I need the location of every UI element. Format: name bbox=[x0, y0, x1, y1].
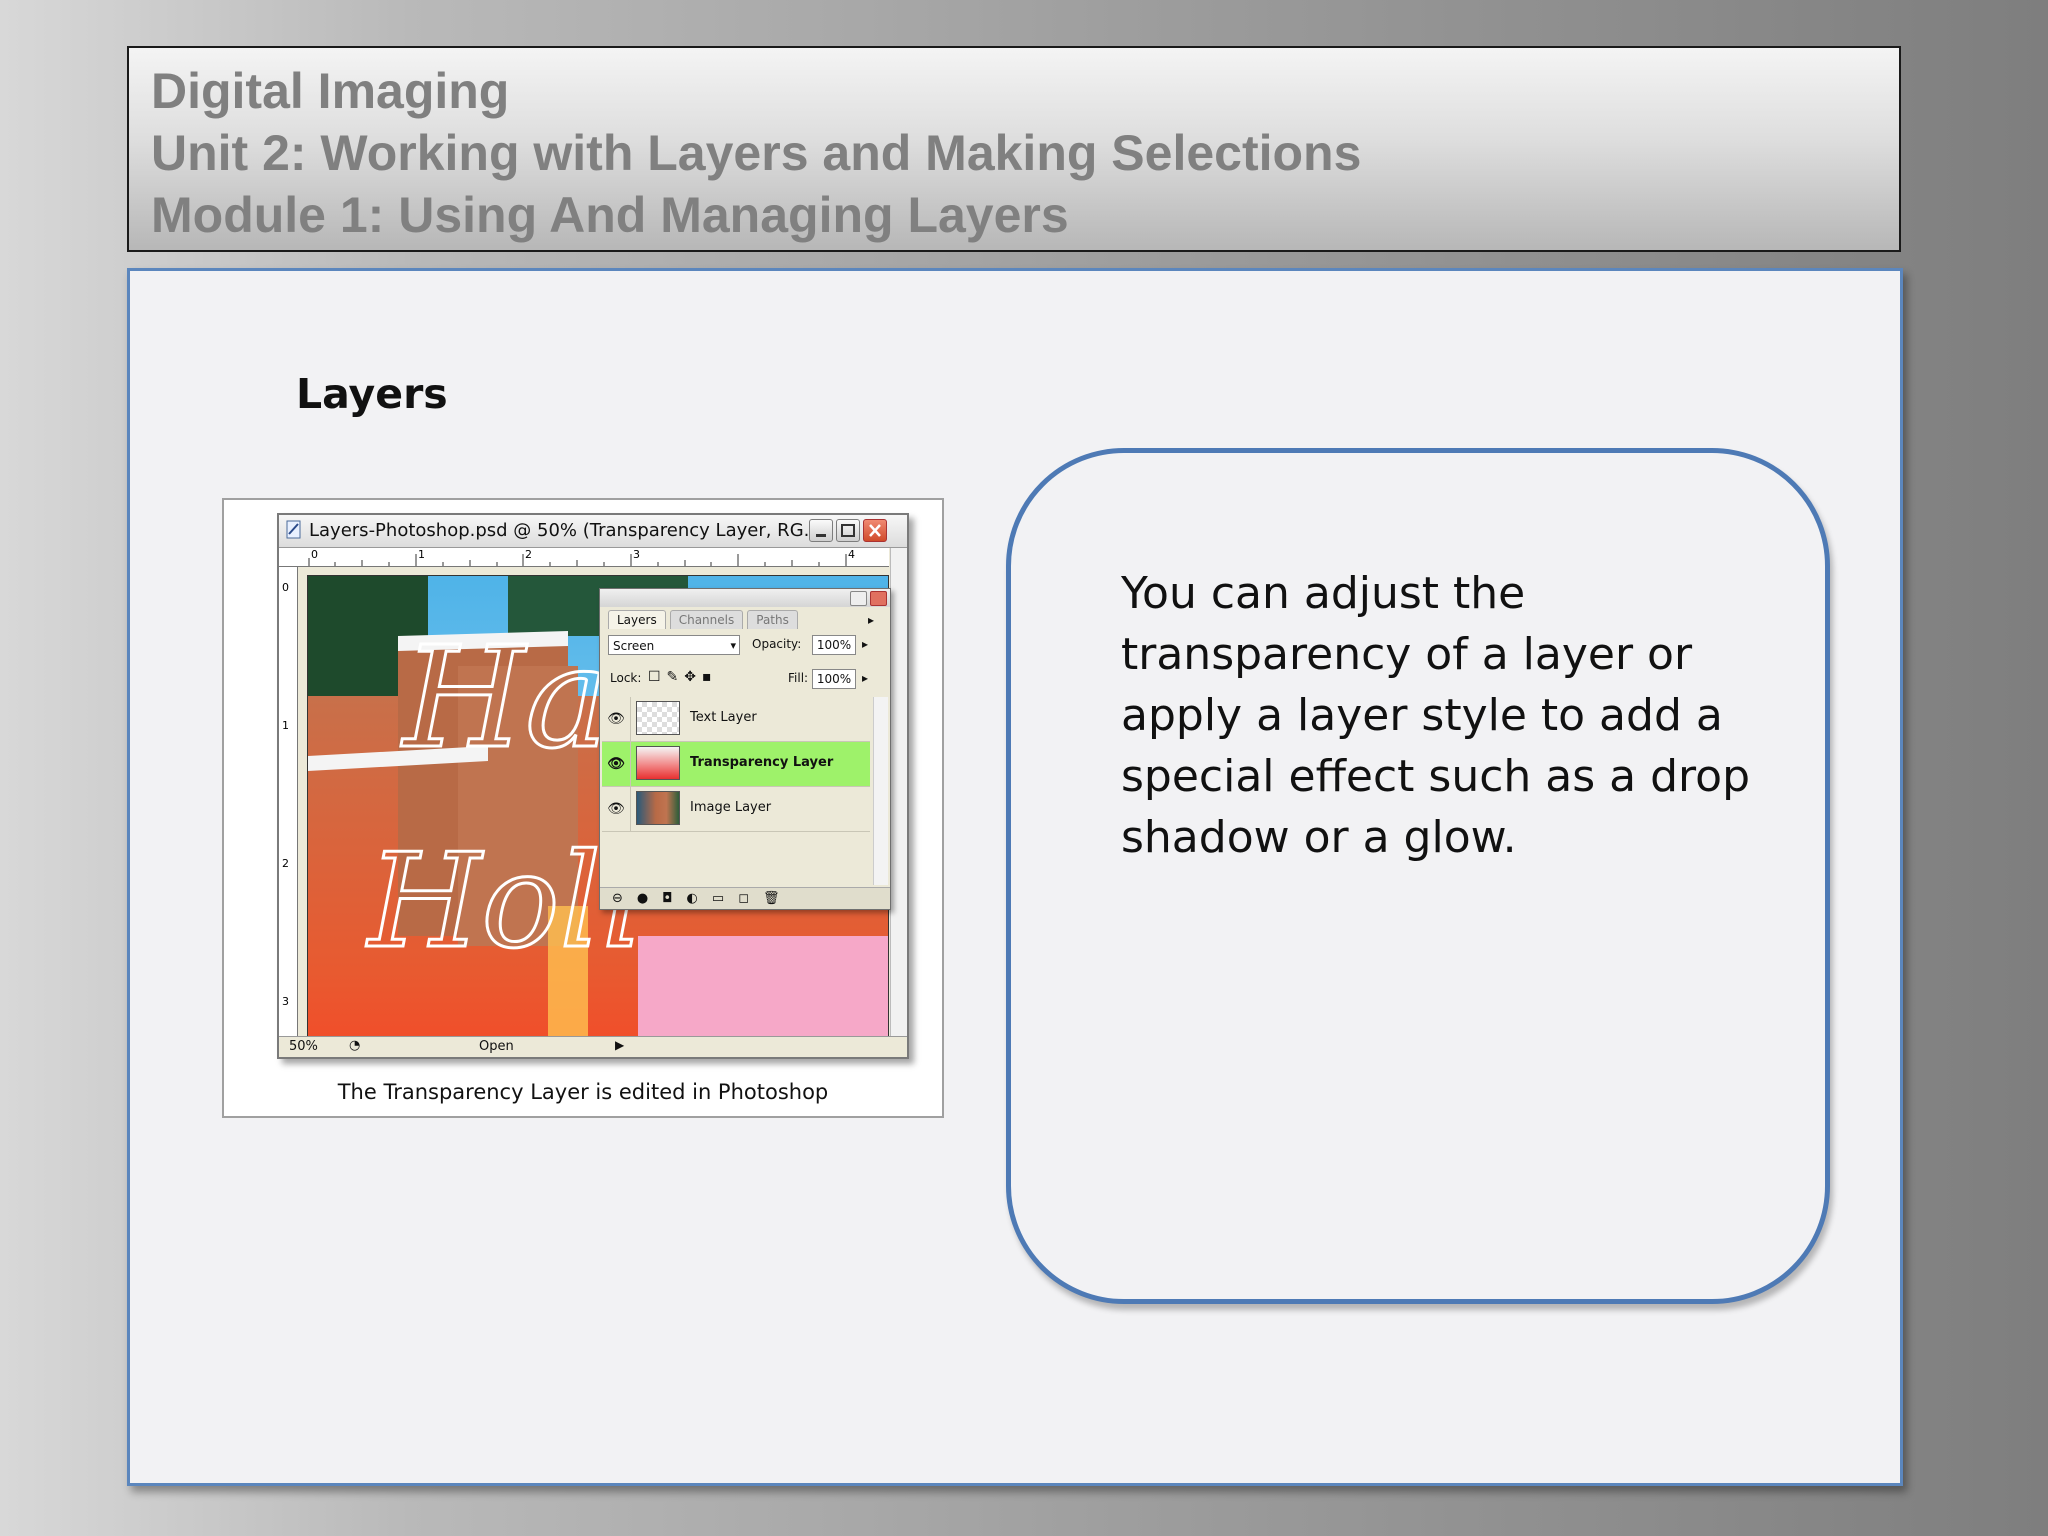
layer-row-text[interactable]: 👁 Text Layer bbox=[602, 697, 870, 742]
status-menu-icon[interactable]: ◔ bbox=[349, 1038, 360, 1053]
ruler-label: 1 bbox=[418, 548, 425, 561]
lock-icons[interactable]: ☐✎✥▪ bbox=[648, 669, 718, 685]
ruler-ticks bbox=[308, 554, 847, 566]
layer-name: Image Layer bbox=[690, 800, 772, 815]
callout-box: You can adjust the transparency of a lay… bbox=[1006, 448, 1830, 1304]
close-icon bbox=[869, 524, 881, 537]
mask-icon[interactable]: ◘ bbox=[662, 891, 686, 906]
style-icon[interactable]: ● bbox=[637, 891, 662, 906]
eye-icon[interactable]: 👁 bbox=[602, 787, 631, 831]
window-title: Layers-Photoshop.psd @ 50% (Transparency… bbox=[309, 520, 821, 541]
layer-row-transparency[interactable]: 👁 Transparency Layer bbox=[602, 742, 870, 787]
layer-thumbnail bbox=[636, 791, 680, 825]
layers-palette: Layers Channels Paths ▸ Screen ▾ Opacity: … bbox=[599, 588, 891, 910]
unit-title: Unit 2: Working with Layers and Making S… bbox=[151, 125, 1362, 181]
opacity-field[interactable]: 100% bbox=[812, 635, 856, 655]
maximize-icon bbox=[841, 524, 855, 537]
ruler-label: 2 bbox=[282, 857, 289, 870]
course-title: Digital Imaging bbox=[151, 63, 510, 119]
opacity-slider-icon[interactable]: ▸ bbox=[862, 637, 868, 651]
new-layer-icon[interactable]: ◻ bbox=[738, 891, 763, 906]
slide-header: Digital Imaging Unit 2: Working with Lay… bbox=[127, 46, 1901, 252]
palette-close-button[interactable] bbox=[870, 591, 887, 606]
fill-label: Fill: bbox=[788, 671, 809, 685]
status-text: Open bbox=[479, 1039, 514, 1054]
ruler-label: 1 bbox=[282, 719, 289, 732]
figure-frame: Layers-Photoshop.psd @ 50% (Transparency… bbox=[222, 498, 944, 1118]
vertical-ruler: 0 1 2 3 bbox=[279, 567, 298, 1037]
close-button[interactable] bbox=[863, 519, 887, 542]
tab-paths[interactable]: Paths bbox=[747, 610, 798, 629]
lock-label: Lock: bbox=[610, 671, 642, 685]
minimize-icon bbox=[816, 534, 826, 537]
palette-minimize-button[interactable] bbox=[850, 591, 867, 606]
tab-layers[interactable]: Layers bbox=[608, 610, 666, 629]
ruler-label: 3 bbox=[282, 995, 289, 1008]
palette-titlebar[interactable] bbox=[600, 589, 890, 607]
folder-icon[interactable]: ▭ bbox=[712, 891, 738, 906]
palette-footer: ⊖●◘◐▭◻🗑 bbox=[600, 887, 890, 909]
fill-slider-icon[interactable]: ▸ bbox=[862, 671, 868, 685]
layer-thumbnail bbox=[636, 746, 680, 780]
document-icon bbox=[286, 520, 301, 539]
eye-icon[interactable]: 👁 bbox=[602, 742, 631, 786]
trash-icon[interactable]: 🗑 bbox=[763, 891, 794, 906]
window-titlebar[interactable]: Layers-Photoshop.psd @ 50% (Transparency… bbox=[279, 515, 907, 548]
layer-name: Text Layer bbox=[690, 710, 757, 725]
figure-caption: The Transparency Layer is edited in Phot… bbox=[337, 1080, 829, 1104]
fill-field[interactable]: 100% bbox=[812, 669, 856, 689]
ruler-label: 3 bbox=[633, 548, 640, 561]
status-arrow-icon[interactable]: ▶ bbox=[615, 1038, 624, 1052]
layer-thumbnail bbox=[636, 701, 680, 735]
canvas-script-text: Ha bbox=[400, 617, 609, 780]
link-icon[interactable]: ⊖ bbox=[612, 891, 637, 906]
module-title: Module 1: Using And Managing Layers bbox=[151, 187, 1069, 243]
ruler-label: 4 bbox=[848, 548, 855, 561]
chevron-down-icon: ▾ bbox=[730, 639, 736, 652]
minimize-button[interactable] bbox=[809, 519, 833, 542]
palette-menu-icon[interactable]: ▸ bbox=[868, 613, 874, 627]
blend-mode-value: Screen bbox=[613, 639, 655, 653]
eye-icon[interactable]: 👁 bbox=[602, 697, 631, 741]
ruler-label: 2 bbox=[525, 548, 532, 561]
zoom-level[interactable]: 50% bbox=[289, 1039, 318, 1054]
palette-tabs: Layers Channels Paths bbox=[608, 609, 802, 629]
horizontal-ruler: 0 1 2 3 4 bbox=[279, 548, 889, 567]
layer-row-image[interactable]: 👁 Image Layer bbox=[602, 787, 870, 832]
adjustment-icon[interactable]: ◐ bbox=[687, 891, 712, 906]
ruler-label: 0 bbox=[311, 548, 318, 561]
blend-mode-select[interactable]: Screen ▾ bbox=[608, 635, 740, 655]
layer-name: Transparency Layer bbox=[690, 755, 834, 770]
palette-scrollbar[interactable] bbox=[873, 697, 888, 885]
maximize-button[interactable] bbox=[836, 519, 860, 542]
opacity-label: Opacity: bbox=[752, 637, 802, 651]
ruler-label: 0 bbox=[282, 581, 289, 594]
tab-channels[interactable]: Channels bbox=[669, 610, 744, 629]
photoshop-window: Layers-Photoshop.psd @ 50% (Transparency… bbox=[277, 513, 909, 1059]
callout-text: You can adjust the transparency of a lay… bbox=[1121, 568, 1750, 863]
vertical-scrollbar[interactable] bbox=[890, 548, 907, 1038]
status-bar: 50% ◔ Open ▶ bbox=[279, 1036, 907, 1057]
slide-heading: Layers bbox=[296, 370, 448, 418]
